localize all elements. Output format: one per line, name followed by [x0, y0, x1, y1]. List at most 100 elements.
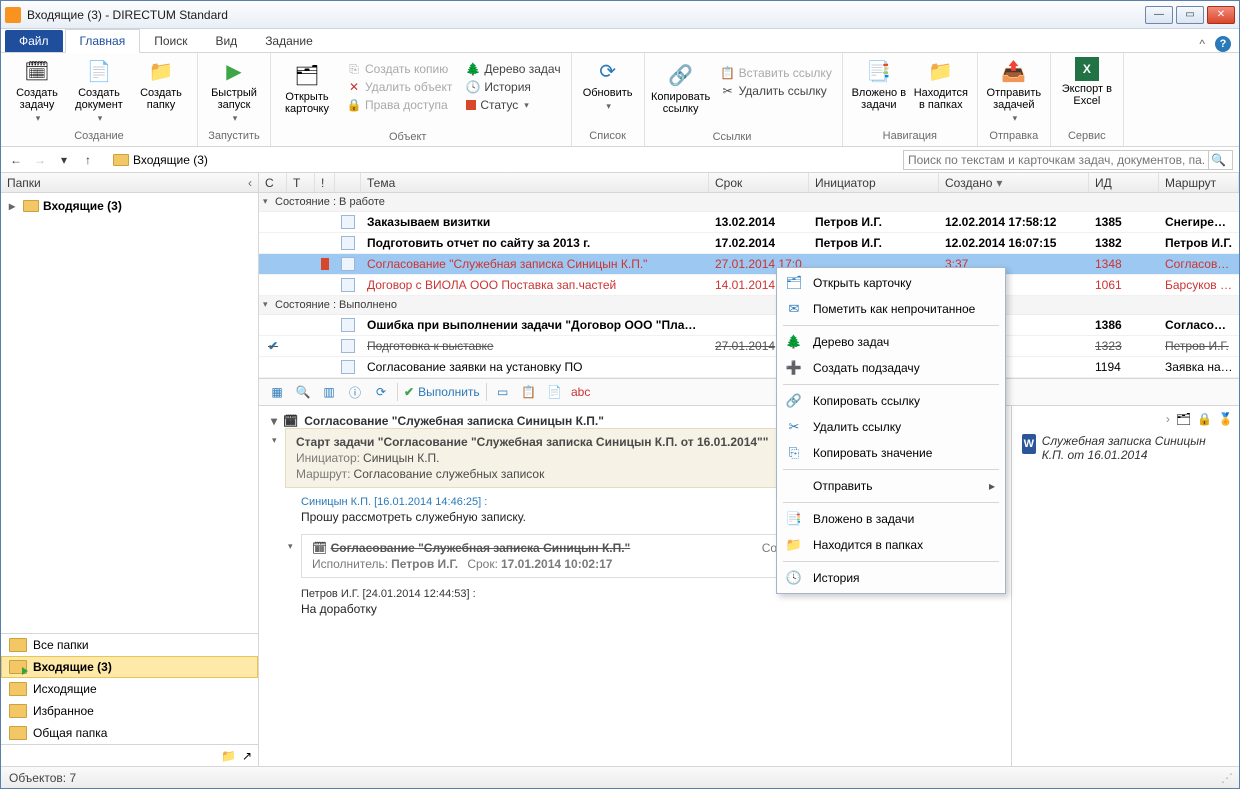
- tab-main[interactable]: Главная: [65, 29, 141, 53]
- access-rights-button[interactable]: 🔒Права доступа: [345, 97, 454, 113]
- col-init[interactable]: Инициатор: [809, 173, 939, 192]
- col-type[interactable]: Т: [287, 173, 315, 192]
- nav-up-button[interactable]: ↑: [79, 151, 97, 169]
- search-box[interactable]: 🔍: [903, 150, 1233, 170]
- folder-tree[interactable]: ▸ Входящие (3): [1, 193, 258, 633]
- search-icon[interactable]: 🔍: [293, 382, 313, 402]
- in-tasks-button[interactable]: 📑Вложено в задачи: [851, 57, 907, 111]
- link-icon: 🔗: [667, 61, 695, 89]
- resize-grip-icon[interactable]: ⋰: [1221, 771, 1231, 785]
- execute-button[interactable]: ✔Выполнить: [404, 385, 480, 399]
- close-button[interactable]: ✕: [1207, 6, 1235, 24]
- table-row[interactable]: Договор с ВИОЛА ООО Поставка зап.частей1…: [259, 275, 1239, 296]
- status-objects: Объектов: 7: [9, 771, 76, 785]
- help-icon[interactable]: ?: [1215, 36, 1231, 52]
- folder-outbox[interactable]: Исходящие: [1, 678, 258, 700]
- col-mark[interactable]: !: [315, 173, 335, 192]
- folder-all[interactable]: Все папки: [1, 634, 258, 656]
- layout-icon[interactable]: ▦: [267, 382, 287, 402]
- pt-icon-4[interactable]: abc: [571, 382, 591, 402]
- nav-right-icon[interactable]: ›: [1166, 412, 1170, 426]
- cm-delete-link[interactable]: ✂Удалить ссылку: [779, 414, 1003, 440]
- minimize-button[interactable]: —: [1145, 6, 1173, 24]
- info-icon[interactable]: ⓘ: [345, 382, 365, 402]
- badge-icon[interactable]: 🏅: [1218, 412, 1233, 426]
- search-icon[interactable]: 🔍: [1208, 150, 1228, 170]
- folder-view-icon[interactable]: 📁: [221, 749, 236, 763]
- tree-root[interactable]: ▸ Входящие (3): [5, 197, 254, 215]
- delete-link-button[interactable]: ✂Удалить ссылку: [719, 83, 834, 99]
- cm-send[interactable]: Отправить▸: [779, 473, 1003, 499]
- maximize-button[interactable]: ▭: [1176, 6, 1204, 24]
- col-route[interactable]: Маршрут: [1159, 173, 1239, 192]
- attachment-item[interactable]: W Служебная записка Синицын К.П. от 16.0…: [1018, 430, 1233, 466]
- folder-inbox[interactable]: Входящие (3): [1, 656, 258, 678]
- paste-link-button[interactable]: 📋Вставить ссылку: [719, 65, 834, 81]
- cm-in-folders[interactable]: 📁Находится в папках: [779, 532, 1003, 558]
- group-done[interactable]: Состояние : Выполнено: [259, 296, 1239, 315]
- status-button[interactable]: Статус: [464, 97, 562, 113]
- table-row[interactable]: ✔Подготовка к выставке27.01.20140:531323…: [259, 336, 1239, 357]
- lock-icon[interactable]: 🔒: [1197, 412, 1212, 426]
- col-id[interactable]: ИД: [1089, 173, 1159, 192]
- in-folders-button[interactable]: 📁Находится в папках: [913, 57, 969, 111]
- task-tree-button[interactable]: 🌲Дерево задач: [464, 61, 562, 77]
- nav-forward-button[interactable]: →: [31, 151, 49, 169]
- nav-back-button[interactable]: ←: [7, 151, 25, 169]
- cm-mark-unread[interactable]: ✉Пометить как непрочитанное: [779, 296, 1003, 322]
- expand-icon[interactable]: ↗: [242, 749, 252, 763]
- col-icon[interactable]: [335, 173, 361, 192]
- group-in-work[interactable]: Состояние : В работе: [259, 193, 1239, 212]
- cm-in-tasks[interactable]: 📑Вложено в задачи: [779, 506, 1003, 532]
- pt-icon-1[interactable]: ▭: [493, 382, 513, 402]
- cm-copy-value[interactable]: ⎘Копировать значение: [779, 440, 1003, 466]
- tab-search[interactable]: Поиск: [140, 30, 201, 52]
- delete-object-button[interactable]: ✕Удалить объект: [345, 79, 454, 95]
- task-grid[interactable]: Состояние : В работе Заказываем визитки1…: [259, 193, 1239, 378]
- create-copy-button[interactable]: ⎘Создать копию: [345, 61, 454, 77]
- pt-icon-2[interactable]: 📋: [519, 382, 539, 402]
- col-due[interactable]: Срок: [709, 173, 809, 192]
- create-document-button[interactable]: 📄Создать документ: [71, 57, 127, 124]
- history-button[interactable]: 🕓История: [464, 79, 562, 95]
- collapse-left-icon[interactable]: ‹: [248, 176, 252, 190]
- cm-open-card[interactable]: 🗂Открыть карточку: [779, 270, 1003, 296]
- table-row[interactable]: Ошибка при выполнении задачи "Договор ОО…: [259, 315, 1239, 336]
- search-input[interactable]: [908, 153, 1204, 167]
- cm-create-subtask[interactable]: ➕Создать подзадачу: [779, 355, 1003, 381]
- create-folder-button[interactable]: 📁Создать папку: [133, 57, 189, 124]
- table-row[interactable]: Согласование заявки на установку ПО8:251…: [259, 357, 1239, 378]
- create-task-button[interactable]: 🗓Создать задачу: [9, 57, 65, 124]
- table-row[interactable]: Согласование "Служебная записка Синицын …: [259, 254, 1239, 275]
- open-card-button[interactable]: 🗂Открыть карточку: [279, 61, 335, 115]
- tab-file[interactable]: Файл: [5, 30, 63, 52]
- pt-icon-3[interactable]: 📄: [545, 382, 565, 402]
- tab-task[interactable]: Задание: [251, 30, 327, 52]
- refresh-icon[interactable]: ⟳: [371, 382, 391, 402]
- columns-icon[interactable]: ▥: [319, 382, 339, 402]
- attachment-name: Служебная записка Синицын К.П. от 16.01.…: [1042, 434, 1229, 462]
- quick-run-button[interactable]: ▶Быстрый запуск: [206, 57, 262, 124]
- cell-theme: Заказываем визитки: [361, 215, 709, 229]
- copy-link-button[interactable]: 🔗Копировать ссылку: [653, 61, 709, 115]
- ribbon-collapse-icon[interactable]: ^: [1199, 37, 1205, 51]
- table-row[interactable]: Заказываем визитки13.02.2014Петров И.Г.1…: [259, 212, 1239, 233]
- context-menu[interactable]: 🗂Открыть карточку ✉Пометить как непрочит…: [776, 267, 1006, 594]
- tab-view[interactable]: Вид: [201, 30, 251, 52]
- folder-shared[interactable]: Общая папка: [1, 722, 258, 744]
- nav-history-dropdown[interactable]: ▾: [55, 151, 73, 169]
- card-icon[interactable]: 🗂: [1176, 412, 1191, 426]
- cm-history[interactable]: 🕓История: [779, 565, 1003, 591]
- table-row[interactable]: Подготовить отчет по сайту за 2013 г.17.…: [259, 233, 1239, 254]
- export-excel-button[interactable]: XЭкспорт в Excel: [1059, 57, 1115, 107]
- cm-task-tree[interactable]: 🌲Дерево задач: [779, 329, 1003, 355]
- breadcrumb[interactable]: Входящие (3): [113, 153, 208, 167]
- send-task-button[interactable]: 📤Отправить задачей: [986, 57, 1042, 124]
- refresh-button[interactable]: ⟳Обновить: [580, 57, 636, 112]
- app-icon: [5, 7, 21, 23]
- folder-favorites[interactable]: Избранное: [1, 700, 258, 722]
- cm-copy-link[interactable]: 🔗Копировать ссылку: [779, 388, 1003, 414]
- col-theme[interactable]: Тема: [361, 173, 709, 192]
- col-created[interactable]: Создано: [939, 173, 1089, 192]
- col-state[interactable]: С: [259, 173, 287, 192]
